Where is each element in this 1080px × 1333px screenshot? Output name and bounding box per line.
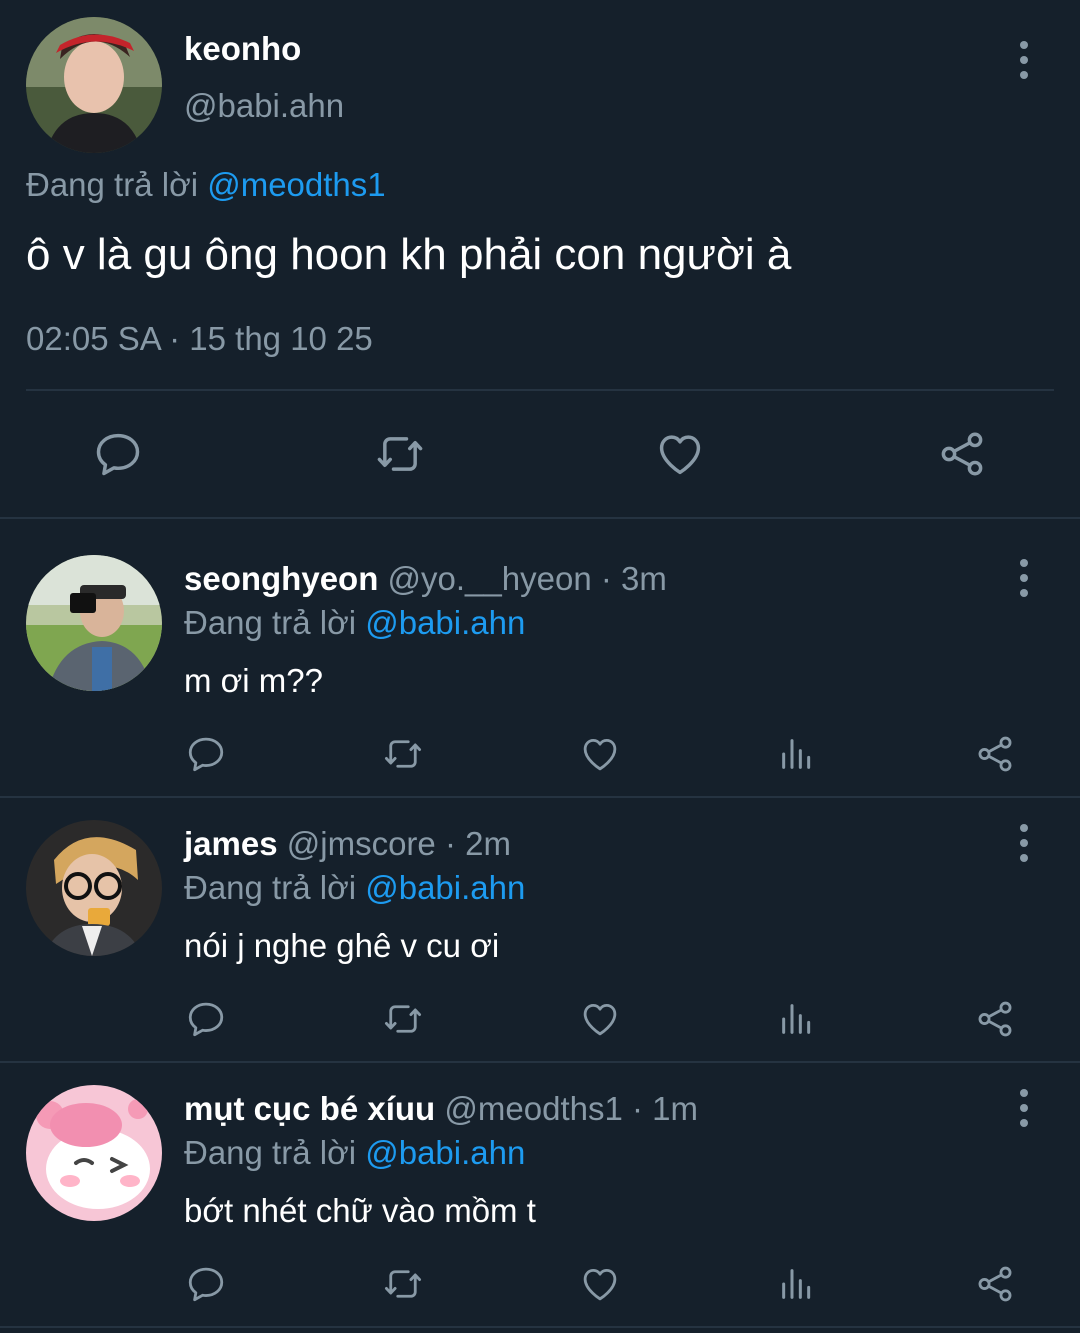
author-handle[interactable]: @jmscore — [287, 825, 436, 862]
more-options-button[interactable] — [1004, 30, 1044, 90]
reply-header: james @jmscore · 2m — [184, 825, 511, 863]
reply-icon[interactable] — [185, 1263, 227, 1305]
divider — [0, 1061, 1080, 1063]
reply-header: seonghyeon @yo.__hyeon · 3m — [184, 560, 667, 598]
reply-icon[interactable] — [185, 733, 227, 775]
reply-prefix: Đang trả lời — [184, 1134, 357, 1171]
views-icon[interactable] — [777, 733, 817, 775]
author-name[interactable]: james — [184, 825, 278, 862]
reply-context: Đang trả lời @babi.ahn — [184, 869, 525, 907]
reply-time: · 1m — [632, 1090, 698, 1127]
avatar[interactable] — [26, 820, 162, 956]
author-name[interactable]: seonghyeon — [184, 560, 378, 597]
reply-time: · 2m — [444, 825, 511, 862]
tweet-timestamp: 02:05 SA · 15 thg 10 25 — [26, 320, 373, 357]
avatar[interactable] — [26, 1085, 162, 1221]
share-icon[interactable] — [974, 733, 1016, 775]
author-handle[interactable]: @babi.ahn — [184, 87, 344, 125]
reply-time: · 3m — [600, 560, 667, 597]
avatar[interactable] — [26, 17, 162, 153]
heart-icon[interactable] — [579, 998, 621, 1040]
more-options-button[interactable] — [1004, 813, 1044, 873]
more-options-button[interactable] — [1004, 1078, 1044, 1138]
author-handle[interactable]: @yo.__hyeon — [388, 560, 592, 597]
retweet-icon[interactable] — [380, 998, 426, 1040]
reply-to-link[interactable]: @babi.ahn — [365, 1134, 525, 1171]
reply-context: Đang trả lời @meodths1 — [26, 166, 386, 204]
author-handle[interactable]: @meodths1 — [444, 1090, 622, 1127]
retweet-icon[interactable] — [380, 1263, 426, 1305]
retweet-icon[interactable] — [380, 733, 426, 775]
tweet-text: ô v là gu ông hoon kh phải con người à — [26, 230, 792, 279]
author-name[interactable]: keonho — [184, 30, 301, 68]
heart-icon[interactable] — [579, 733, 621, 775]
avatar[interactable] — [26, 555, 162, 691]
reply-prefix: Đang trả lời — [26, 166, 199, 203]
heart-icon[interactable] — [654, 428, 706, 480]
reply-to-link[interactable]: @meodths1 — [207, 166, 385, 203]
heart-icon[interactable] — [579, 1263, 621, 1305]
divider — [0, 1326, 1080, 1328]
views-icon[interactable] — [777, 998, 817, 1040]
share-icon[interactable] — [974, 1263, 1016, 1305]
reply-prefix: Đang trả lời — [184, 604, 357, 641]
reply-icon[interactable] — [185, 998, 227, 1040]
reply-context: Đang trả lời @babi.ahn — [184, 604, 525, 642]
reply-to-link[interactable]: @babi.ahn — [365, 869, 525, 906]
reply-text: m ơi m?? — [184, 662, 323, 699]
reply-text: nói j nghe ghê v cu ơi — [184, 927, 500, 964]
reply-prefix: Đang trả lời — [184, 869, 357, 906]
retweet-icon[interactable] — [372, 428, 428, 480]
views-icon[interactable] — [777, 1263, 817, 1305]
reply-to-link[interactable]: @babi.ahn — [365, 604, 525, 641]
divider — [26, 389, 1054, 391]
reply-context: Đang trả lời @babi.ahn — [184, 1134, 525, 1172]
divider — [0, 796, 1080, 798]
author-name[interactable]: mụt cục bé xíuu — [184, 1090, 435, 1127]
divider — [0, 517, 1080, 519]
reply-icon[interactable] — [92, 428, 144, 480]
share-icon[interactable] — [974, 998, 1016, 1040]
more-options-button[interactable] — [1004, 548, 1044, 608]
reply-header: mụt cục bé xíuu @meodths1 · 1m — [184, 1090, 698, 1128]
reply-text: bớt nhét chữ vào mồm t — [184, 1192, 536, 1229]
share-icon[interactable] — [936, 428, 988, 480]
